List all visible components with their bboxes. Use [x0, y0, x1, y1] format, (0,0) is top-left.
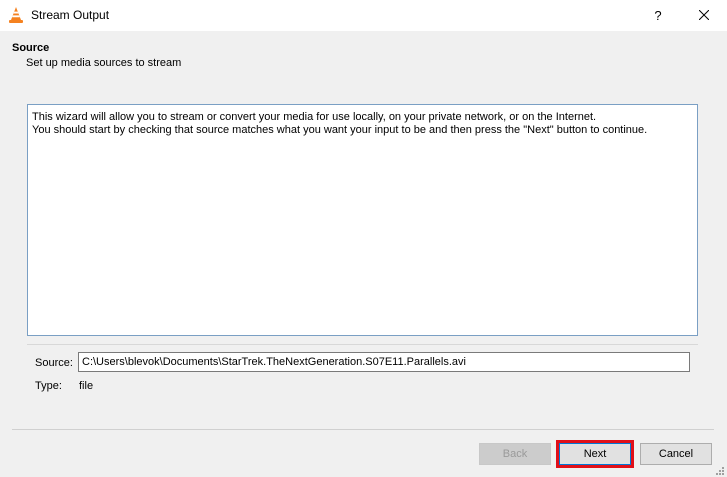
vlc-cone-icon [9, 7, 23, 23]
type-label: Type: [35, 380, 62, 392]
description-line-1: This wizard will allow you to stream or … [32, 111, 597, 123]
wizard-header: Source Set up media sources to stream [0, 31, 727, 76]
footer-divider [12, 429, 714, 430]
close-button[interactable] [684, 0, 724, 31]
cancel-button[interactable]: Cancel [640, 443, 712, 465]
description-line-2: You should start by checking that source… [32, 124, 648, 136]
source-label: Source: [35, 357, 73, 369]
wizard-description: This wizard will allow you to stream or … [27, 104, 698, 336]
source-path-field[interactable]: C:\Users\blevok\Documents\StarTrek.TheNe… [78, 352, 690, 372]
page-subtitle: Set up media sources to stream [26, 57, 182, 69]
window-title: Stream Output [31, 8, 110, 22]
type-value: file [79, 380, 94, 392]
page-title: Source [12, 42, 50, 54]
close-icon [698, 9, 710, 21]
resize-grip-icon[interactable] [714, 465, 724, 475]
help-button[interactable]: ? [647, 0, 669, 31]
next-button[interactable]: Next [556, 440, 634, 468]
back-button[interactable]: Back [479, 443, 551, 465]
title-bar: Stream Output ? [0, 0, 727, 31]
